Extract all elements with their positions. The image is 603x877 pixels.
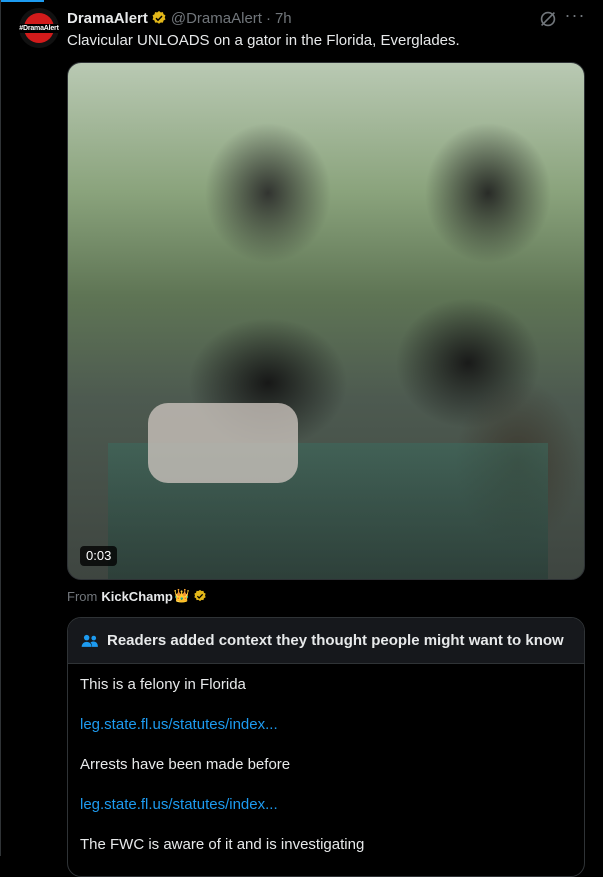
note-text: This is a felony in Florida bbox=[80, 676, 246, 693]
more-icon[interactable]: ··· bbox=[564, 6, 586, 28]
video-frame-detail bbox=[148, 403, 298, 483]
community-notes-header[interactable]: Readers added context they thought peopl… bbox=[68, 618, 584, 664]
tweet-header: DramaAlert @DramaAlert · 7h bbox=[67, 8, 292, 28]
timestamp[interactable]: 7h bbox=[275, 10, 292, 27]
video-duration-badge: 0:03 bbox=[80, 546, 118, 566]
community-notes-title: Readers added context they thought peopl… bbox=[107, 632, 564, 649]
from-label: From bbox=[67, 588, 98, 604]
note-text: The FWC is aware of it and is investigat… bbox=[80, 836, 365, 853]
handle[interactable]: @DramaAlert bbox=[171, 10, 262, 27]
people-icon bbox=[81, 634, 98, 647]
note-link[interactable]: leg.state.fl.us/statutes/index... bbox=[80, 716, 278, 733]
community-notes-panel: Readers added context they thought peopl… bbox=[67, 617, 585, 877]
tweet-text: Clavicular UNLOADS on a gator in the Flo… bbox=[67, 32, 460, 49]
verified-gold-badge-icon bbox=[194, 589, 206, 602]
note-text: Arrests have been made before bbox=[80, 756, 291, 773]
verified-gold-badge-icon[interactable] bbox=[151, 10, 167, 26]
video-player[interactable] bbox=[67, 62, 585, 580]
display-name[interactable]: DramaAlert bbox=[67, 10, 148, 27]
avatar[interactable]: #DramaAlert bbox=[19, 8, 59, 48]
grok-icon[interactable] bbox=[537, 8, 559, 30]
source-account-link[interactable]: KickChamp bbox=[101, 589, 173, 604]
separator-dot: · bbox=[265, 9, 271, 27]
crown-icon: 👑 bbox=[173, 588, 191, 603]
note-link[interactable]: leg.state.fl.us/statutes/index... bbox=[80, 796, 278, 813]
avatar-label: #DramaAlert bbox=[19, 23, 59, 33]
top-accent-line bbox=[0, 0, 44, 2]
divider-line bbox=[0, 0, 1, 856]
video-source: From KickChamp 👑 bbox=[67, 588, 207, 604]
